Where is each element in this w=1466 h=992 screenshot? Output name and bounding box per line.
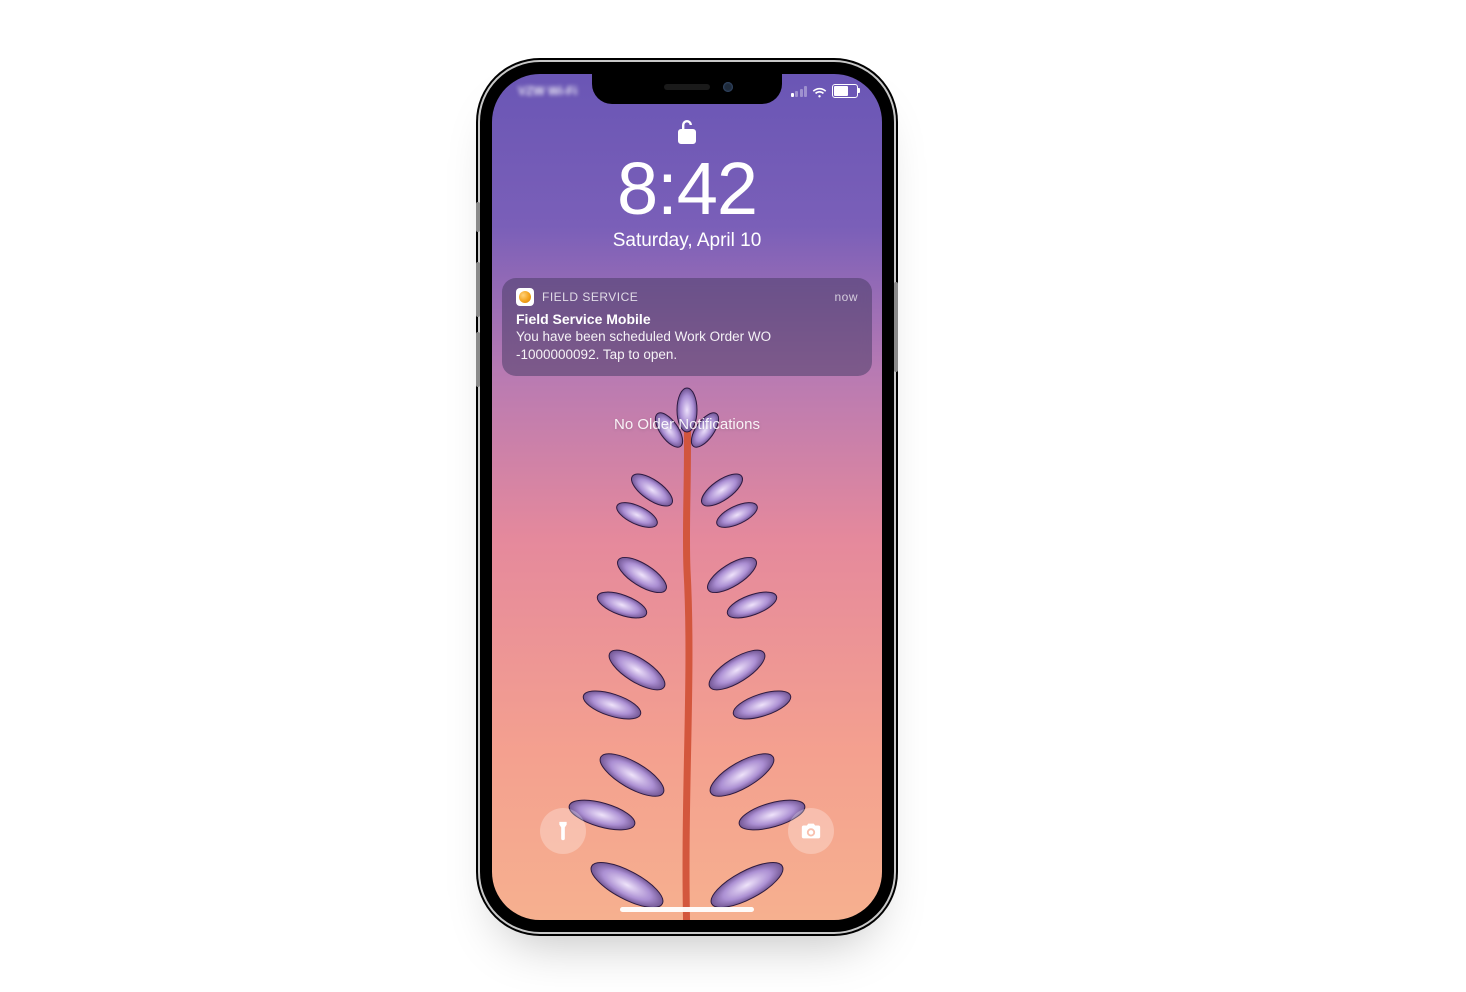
notification-body: You have been scheduled Work Order WO -1… — [516, 328, 858, 364]
speaker-grille — [664, 84, 710, 90]
clock-time: 8:42 — [492, 152, 882, 226]
notification-title: Field Service Mobile — [516, 311, 858, 327]
camera-icon — [800, 820, 822, 842]
volume-up-button — [476, 262, 480, 317]
phone-screen: VZW Wi-Fi 8:42 Saturday, April 10 — [492, 74, 882, 920]
front-camera-icon — [723, 82, 733, 92]
notification-app-name: FIELD SERVICE — [542, 290, 638, 304]
home-indicator[interactable] — [620, 907, 754, 912]
volume-down-button — [476, 332, 480, 387]
camera-button[interactable] — [788, 808, 834, 854]
lock-open-icon — [676, 118, 698, 146]
carrier-label: VZW Wi-Fi — [518, 84, 577, 98]
battery-icon — [832, 84, 858, 98]
silent-switch — [476, 202, 480, 232]
phone-frame: VZW Wi-Fi 8:42 Saturday, April 10 — [480, 62, 894, 932]
wifi-icon — [812, 86, 827, 97]
notch — [592, 74, 782, 104]
power-button — [894, 282, 898, 372]
flashlight-icon — [552, 820, 574, 842]
clock-date: Saturday, April 10 — [492, 230, 882, 252]
cellular-signal-icon — [791, 86, 808, 97]
flashlight-button[interactable] — [540, 808, 586, 854]
no-older-notifications-label: No Older Notifications — [492, 416, 882, 433]
notification-app-icon — [516, 288, 534, 306]
notification-card[interactable]: FIELD SERVICE now Field Service Mobile Y… — [502, 278, 872, 376]
notification-timestamp: now — [834, 290, 858, 304]
